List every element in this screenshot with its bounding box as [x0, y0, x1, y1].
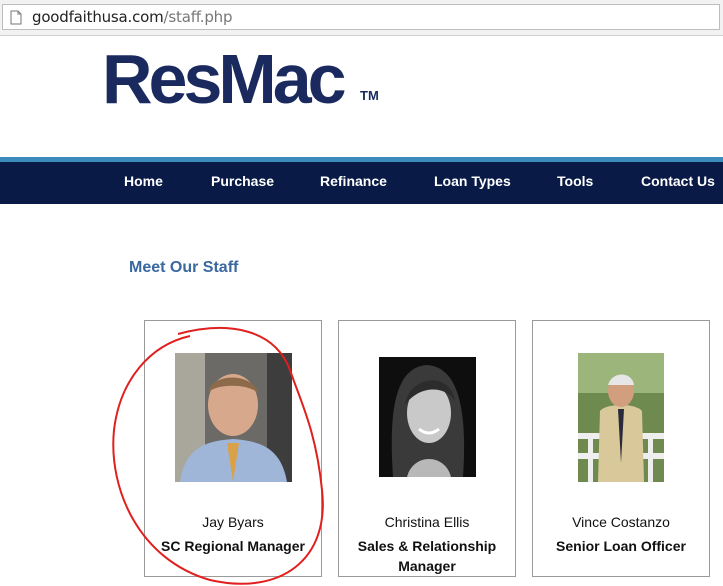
nav-tools[interactable]: Tools: [557, 173, 593, 189]
staff-name: Christina Ellis: [384, 514, 470, 530]
site-logo[interactable]: ResMac: [102, 44, 347, 114]
nav-refinance[interactable]: Refinance: [320, 173, 387, 189]
staff-card[interactable]: Jay Byars SC Regional Manager: [144, 320, 322, 577]
main-nav: Home Purchase Refinance Loan Types Tools…: [0, 162, 723, 204]
nav-loan-types[interactable]: Loan Types: [434, 173, 511, 189]
browser-address-bar: goodfaithusa.com/staff.php: [0, 0, 723, 36]
staff-card[interactable]: Vince Costanzo Senior Loan Officer: [532, 320, 710, 577]
url-field[interactable]: goodfaithusa.com/staff.php: [2, 4, 720, 30]
nav-home[interactable]: Home: [124, 173, 163, 189]
url-host: goodfaithusa.com: [32, 8, 164, 26]
staff-photo: [578, 353, 664, 482]
staff-photo: [379, 357, 476, 477]
nav-purchase[interactable]: Purchase: [211, 173, 274, 189]
staff-photo: [175, 353, 292, 482]
page-title: Meet Our Staff: [129, 259, 239, 276]
page-icon: [10, 10, 22, 30]
url-path: /staff.php: [163, 8, 233, 26]
staff-role: SC Regional Manager: [161, 538, 305, 554]
staff-role: Sales & Relationship Manager: [357, 538, 497, 574]
url-text: goodfaithusa.com/staff.php: [32, 8, 232, 26]
trademark-mark: TM: [360, 88, 379, 103]
staff-role: Senior Loan Officer: [556, 538, 686, 554]
staff-name: Jay Byars: [202, 514, 264, 530]
nav-contact-us[interactable]: Contact Us: [641, 173, 715, 189]
staff-card[interactable]: Christina Ellis Sales & Relationship Man…: [338, 320, 516, 577]
staff-name: Vince Costanzo: [572, 514, 670, 530]
